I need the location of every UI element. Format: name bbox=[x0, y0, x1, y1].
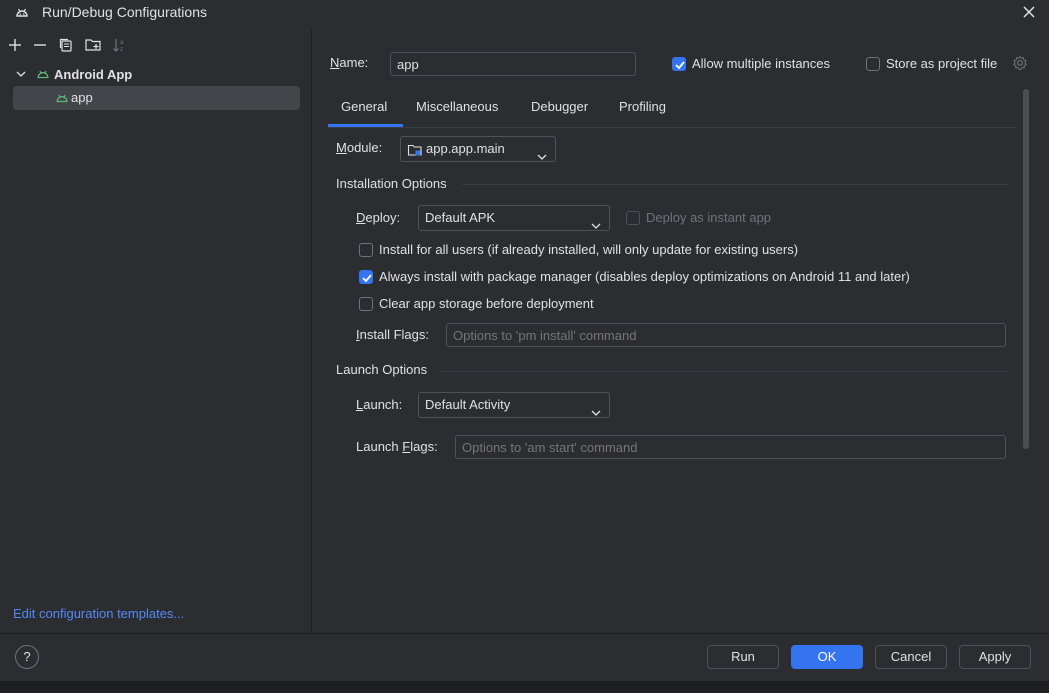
name-label: Name: bbox=[330, 55, 369, 70]
footer-strip bbox=[0, 681, 1049, 693]
launch-flags-input[interactable] bbox=[455, 435, 1006, 459]
copy-icon[interactable] bbox=[57, 36, 75, 54]
move-to-folder-icon[interactable] bbox=[84, 36, 102, 54]
allow-multiple-checkbox[interactable] bbox=[672, 57, 686, 71]
clear-storage-label: Clear app storage before deployment bbox=[379, 296, 594, 311]
apply-button[interactable]: Apply bbox=[959, 645, 1031, 669]
chevron-down-icon[interactable] bbox=[14, 67, 28, 84]
install-all-users-label: Install for all users (if already instal… bbox=[379, 242, 799, 257]
gear-icon[interactable] bbox=[1012, 55, 1028, 74]
name-input[interactable] bbox=[390, 52, 636, 76]
allow-multiple-label: Allow multiple instances bbox=[692, 56, 831, 71]
deploy-combobox[interactable]: Default APK bbox=[418, 205, 610, 231]
always-install-label: Always install with package manager (dis… bbox=[379, 269, 910, 284]
launch-combobox[interactable]: Default Activity bbox=[418, 392, 610, 418]
android-icon bbox=[36, 67, 50, 84]
store-project-label: Store as project file bbox=[886, 56, 998, 71]
install-flags-label: Install Flags: bbox=[356, 327, 429, 342]
window-title: Run/Debug Configurations bbox=[42, 4, 207, 20]
always-install-checkbox[interactable] bbox=[359, 270, 373, 284]
tree-item-app[interactable]: app bbox=[13, 86, 300, 110]
configurations-tree-pane bbox=[0, 30, 312, 633]
deploy-label: Deploy: bbox=[356, 210, 401, 225]
tab-miscellaneous[interactable]: Miscellaneous bbox=[416, 97, 498, 127]
launch-options-separator bbox=[440, 371, 1008, 372]
module-label: Module: bbox=[336, 140, 383, 155]
deploy-instant-checkbox[interactable] bbox=[626, 211, 640, 225]
run-button[interactable]: Run bbox=[707, 645, 779, 669]
vertical-scrollbar[interactable] bbox=[1023, 89, 1029, 449]
module-value: app.app.main bbox=[426, 141, 505, 156]
chevron-down-icon bbox=[537, 145, 547, 160]
tab-debugger[interactable]: Debugger bbox=[531, 97, 588, 127]
android-icon bbox=[14, 4, 30, 20]
close-icon[interactable] bbox=[1020, 3, 1038, 21]
launch-flags-label: Launch Flags: bbox=[356, 439, 438, 454]
remove-icon[interactable] bbox=[31, 36, 49, 54]
launch-label: Launch: bbox=[356, 397, 403, 412]
deploy-value: Default APK bbox=[425, 210, 496, 225]
chevron-down-icon bbox=[591, 401, 601, 416]
cancel-button[interactable]: Cancel bbox=[875, 645, 947, 669]
tree-item-label: app bbox=[71, 90, 93, 105]
add-icon[interactable] bbox=[6, 36, 24, 54]
android-icon bbox=[55, 91, 69, 108]
installation-options-title: Installation Options bbox=[336, 176, 447, 191]
svg-text:a: a bbox=[120, 39, 124, 46]
launch-value: Default Activity bbox=[425, 397, 511, 412]
install-flags-input[interactable] bbox=[446, 323, 1006, 347]
edit-templates-link[interactable]: Edit configuration templates... bbox=[13, 606, 184, 621]
clear-storage-checkbox[interactable] bbox=[359, 297, 373, 311]
tab-general[interactable]: General bbox=[341, 97, 387, 127]
install-all-users-checkbox[interactable] bbox=[359, 243, 373, 257]
bottom-separator bbox=[0, 633, 1049, 634]
chevron-down-icon bbox=[591, 214, 601, 229]
help-button[interactable]: ? bbox=[15, 645, 39, 669]
installation-options-separator bbox=[462, 184, 1008, 185]
tree-group-android-app[interactable]: Android App bbox=[14, 65, 214, 85]
module-combobox[interactable]: app.app.main bbox=[400, 136, 556, 162]
svg-text:z: z bbox=[120, 46, 123, 53]
tabs-separator bbox=[328, 127, 1016, 128]
sort-icon[interactable]: az bbox=[111, 36, 129, 54]
tab-profiling[interactable]: Profiling bbox=[619, 97, 666, 127]
tree-group-label: Android App bbox=[54, 67, 133, 82]
ok-button[interactable]: OK bbox=[791, 645, 863, 669]
module-folder-icon bbox=[407, 142, 423, 166]
store-project-checkbox[interactable] bbox=[866, 57, 880, 71]
launch-options-title: Launch Options bbox=[336, 362, 428, 377]
deploy-instant-label: Deploy as instant app bbox=[646, 210, 772, 225]
title-bar: Run/Debug Configurations bbox=[0, 0, 1049, 26]
